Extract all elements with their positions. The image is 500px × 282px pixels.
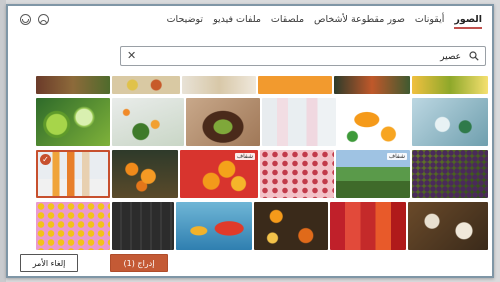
image-grid: ✓ شفاف شفاف — [36, 76, 488, 252]
transparent-badge: شفاف — [234, 153, 255, 160]
image-tile[interactable] — [36, 202, 110, 250]
image-tile[interactable] — [262, 98, 336, 146]
search-input[interactable] — [159, 49, 463, 65]
image-tile[interactable] — [112, 98, 184, 146]
tab-cutout-people[interactable]: صور مقطوعة لأشخاص — [314, 14, 405, 29]
checkmark-icon: ✓ — [40, 154, 51, 165]
insert-button[interactable]: إدراج (1) — [110, 254, 168, 272]
search-box: ✕ — [120, 46, 486, 66]
image-tile[interactable] — [186, 98, 260, 146]
dialog-header: الصور أيقونات صور مقطوعة لأشخاص ملصقات م… — [8, 6, 492, 36]
image-tile[interactable] — [176, 202, 252, 250]
cancel-button[interactable]: إلغاء الأمر — [20, 254, 78, 272]
transparent-badge: شفاف — [386, 153, 407, 160]
search-icon — [469, 51, 479, 61]
image-tile[interactable] — [36, 76, 110, 94]
image-tile[interactable] — [330, 202, 406, 250]
tab-videos[interactable]: ملفات فيديو — [213, 14, 261, 29]
tab-illustrations[interactable]: توضيحات — [167, 14, 203, 29]
image-tile[interactable]: شفاف — [180, 150, 258, 198]
image-tile[interactable] — [412, 98, 488, 146]
image-tile[interactable] — [408, 202, 488, 250]
image-tile[interactable] — [338, 98, 410, 146]
category-tabs: الصور أيقونات صور مقطوعة لأشخاص ملصقات م… — [167, 14, 482, 29]
tab-images[interactable]: الصور — [454, 14, 482, 29]
frown-feedback-icon[interactable] — [38, 14, 49, 25]
image-tile[interactable] — [334, 76, 410, 94]
dialog-footer: إلغاء الأمر إدراج (1) — [8, 250, 492, 276]
image-tile[interactable] — [36, 98, 110, 146]
image-tile[interactable] — [412, 150, 488, 198]
image-tile[interactable]: ✓ — [36, 150, 110, 198]
smiley-feedback-icon[interactable] — [20, 14, 31, 25]
stock-images-dialog: الصور أيقونات صور مقطوعة لأشخاص ملصقات م… — [6, 4, 494, 278]
image-tile[interactable] — [412, 76, 488, 94]
close-icon[interactable]: ✕ — [127, 50, 136, 62]
image-tile[interactable] — [112, 202, 174, 250]
image-tile[interactable]: شفاف — [336, 150, 410, 198]
image-tile[interactable] — [182, 76, 256, 94]
tab-icons[interactable]: أيقونات — [415, 14, 444, 29]
image-tile[interactable] — [254, 202, 328, 250]
image-tile[interactable] — [258, 76, 332, 94]
image-tile[interactable] — [260, 150, 334, 198]
tab-stickers[interactable]: ملصقات — [271, 14, 304, 29]
image-tile[interactable] — [112, 76, 180, 94]
image-tile[interactable] — [112, 150, 178, 198]
